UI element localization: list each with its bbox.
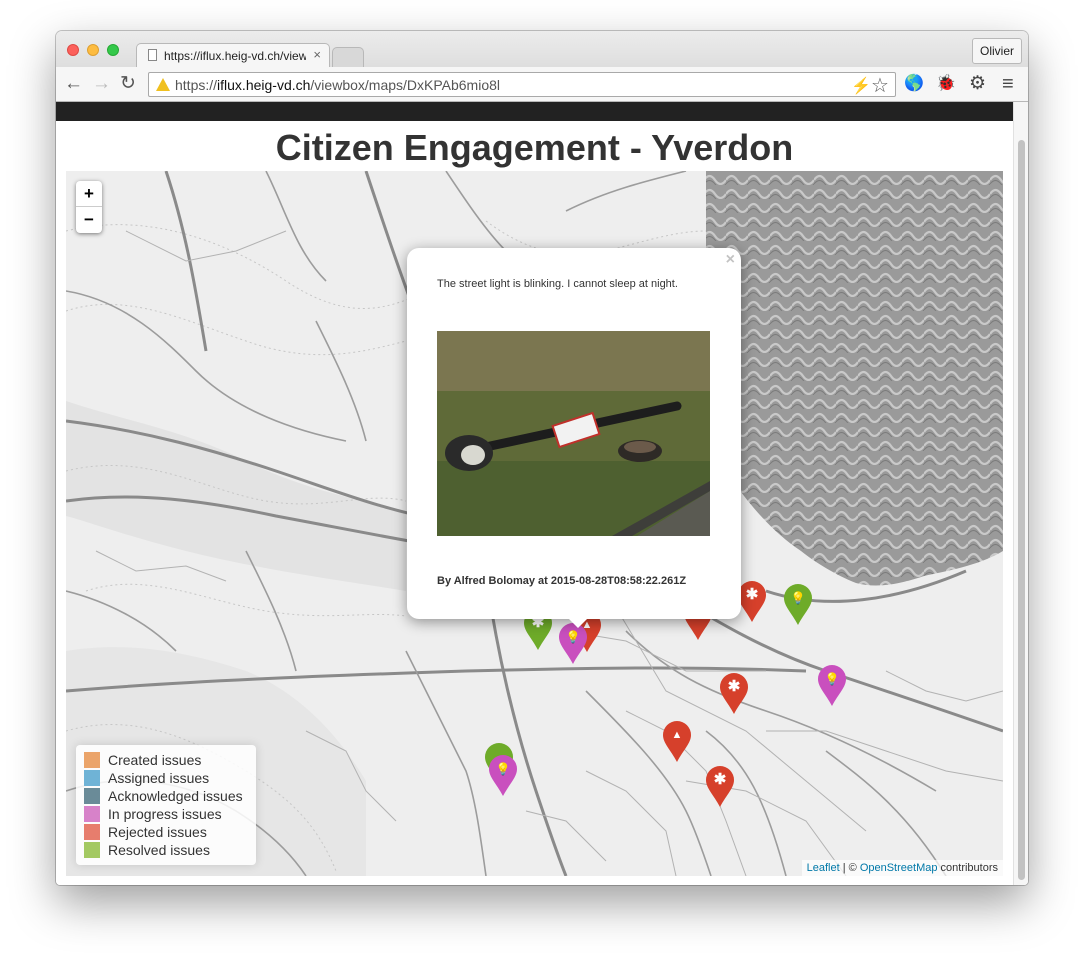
forward-arrow-icon[interactable]: → — [92, 72, 111, 96]
asterisk-icon: ✱ — [727, 678, 741, 695]
legend-swatch — [84, 770, 100, 786]
attribution-separator: | © — [839, 862, 860, 874]
zoom-control: + − — [76, 181, 102, 233]
globe-icon[interactable]: 🌎 — [904, 73, 924, 95]
asterisk-icon: ✱ — [713, 771, 727, 788]
bulb-icon: 💡 — [495, 762, 511, 776]
legend-item-assigned: Assigned issues — [84, 769, 256, 787]
legend-item-resolved: Resolved issues — [84, 841, 256, 859]
legend-swatch — [84, 824, 100, 840]
legend-swatch — [84, 806, 100, 822]
issue-marker-in-progress[interactable]: 💡 — [488, 755, 518, 797]
new-tab-button[interactable] — [332, 47, 364, 67]
close-window-button[interactable] — [67, 44, 79, 56]
browser-toolbar: ← → ↻ https://iflux.heig-vd.ch/viewbox/m… — [56, 67, 1028, 102]
close-icon[interactable]: × — [726, 251, 735, 269]
flash-icon[interactable]: ⚡ — [851, 76, 871, 96]
map-attribution: Leaflet | © OpenStreetMap contributors — [801, 860, 1003, 876]
issue-marker-rejected[interactable]: ✱ — [705, 766, 735, 808]
top-navbar — [56, 102, 1013, 121]
issue-description: The street light is blinking. I cannot s… — [437, 278, 678, 290]
title-bar: https://iflux.heig-vd.ch/viewbox/maps/Dx… — [56, 31, 1028, 67]
legend-item-acknowledged: Acknowledged issues — [84, 787, 256, 805]
web-page: Citizen Engagement - Yverdon + − ✱ 💡 ✱ ▲… — [56, 102, 1028, 885]
bulb-icon: 💡 — [565, 630, 581, 644]
page-icon — [148, 49, 157, 61]
issue-popup: × The street light is blinking. I cannot… — [407, 248, 741, 628]
page-title: Citizen Engagement - Yverdon — [275, 127, 794, 168]
tab-title: https://iflux.heig-vd.ch/viewbox/maps/Dx… — [164, 49, 306, 63]
zoom-in-button[interactable]: + — [76, 181, 102, 207]
leaflet-link[interactable]: Leaflet — [807, 862, 840, 874]
browser-tab[interactable]: https://iflux.heig-vd.ch/viewbox/maps/Dx… — [136, 43, 330, 67]
legend-item-in-progress: In progress issues — [84, 805, 256, 823]
legend-item-rejected: Rejected issues — [84, 823, 256, 841]
minimize-window-button[interactable] — [87, 44, 99, 56]
issue-marker-in-progress[interactable]: 💡 — [558, 623, 588, 665]
back-arrow-icon[interactable]: ← — [64, 72, 83, 96]
issue-photo — [437, 331, 710, 536]
map-container[interactable]: + − ✱ 💡 ▲ ✱ ▲ — [66, 171, 1003, 876]
map-legend: Created issues Assigned issues Acknowled… — [76, 745, 256, 865]
zoom-out-button[interactable]: − — [76, 207, 102, 233]
road-icon: ▲ — [671, 729, 683, 741]
issue-marker-rejected[interactable]: ✱ — [737, 581, 767, 623]
profile-button[interactable]: Olivier — [971, 38, 1022, 64]
reload-icon[interactable]: ↻ — [120, 72, 136, 96]
legend-swatch — [84, 752, 100, 768]
tab-close-icon[interactable]: × — [313, 47, 321, 62]
issue-marker-in-progress[interactable]: 💡 — [817, 665, 847, 707]
bulb-icon: 💡 — [790, 591, 806, 605]
bulb-icon: 💡 — [824, 672, 840, 686]
warning-lock-icon[interactable] — [156, 78, 170, 91]
legend-swatch — [84, 842, 100, 858]
issue-marker-resolved[interactable]: 💡 — [783, 584, 813, 626]
browser-window: https://iflux.heig-vd.ch/viewbox/maps/Dx… — [56, 31, 1028, 885]
bug-icon[interactable]: 🐞 — [936, 73, 956, 95]
star-icon[interactable]: ☆ — [871, 73, 889, 98]
menu-icon[interactable]: ≡ — [1002, 73, 1014, 95]
gear-icon[interactable]: ⚙ — [969, 73, 986, 95]
address-bar[interactable]: https://iflux.heig-vd.ch/viewbox/maps/Dx… — [148, 72, 896, 97]
attribution-suffix: contributors — [937, 862, 998, 874]
issue-author-line: By Alfred Bolomay at 2015-08-28T08:58:22… — [437, 575, 687, 587]
url-text[interactable]: https://iflux.heig-vd.ch/viewbox/maps/Dx… — [175, 77, 500, 93]
legend-item-created: Created issues — [84, 751, 256, 769]
asterisk-icon: ✱ — [745, 586, 759, 603]
scroll-thumb[interactable] — [1018, 140, 1025, 880]
vertical-scrollbar[interactable] — [1013, 102, 1028, 885]
openstreetmap-link[interactable]: OpenStreetMap — [860, 862, 938, 874]
popup-tip — [566, 616, 590, 628]
legend-swatch — [84, 788, 100, 804]
zoom-window-button[interactable] — [107, 44, 119, 56]
issue-marker-rejected[interactable]: ▲ — [662, 721, 692, 763]
issue-marker-rejected[interactable]: ✱ — [719, 673, 749, 715]
